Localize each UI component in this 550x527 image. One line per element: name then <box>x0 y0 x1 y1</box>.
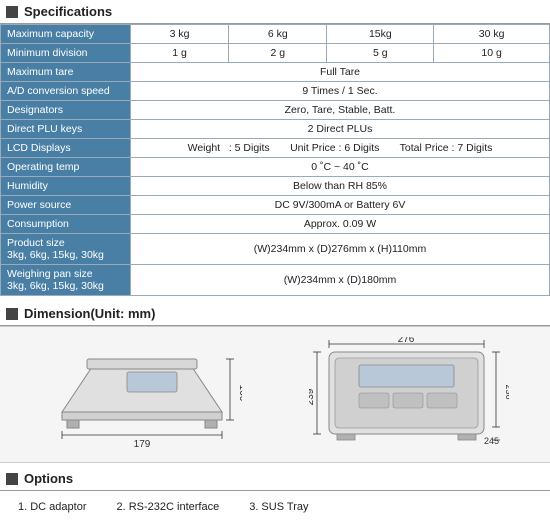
dim-title: Dimension(Unit: mm) <box>24 306 155 321</box>
option-item-3: 3. SUS Tray <box>249 501 308 513</box>
option-item-1: 1. DC adaptor <box>18 501 86 513</box>
left-diagram: 179 100 <box>42 337 242 452</box>
dim-section-header: Dimension(Unit: mm) <box>0 302 550 326</box>
opt-section-header: Options <box>0 467 550 491</box>
row-value: Below than RH 85% <box>131 177 550 196</box>
table-row: Humidity Below than RH 85% <box>1 177 550 196</box>
row-value: 1 g <box>131 44 229 63</box>
svg-text:276: 276 <box>397 337 414 345</box>
options-list: 1. DC adaptor 2. RS-232C interface 3. SU… <box>8 495 542 519</box>
dim-icon <box>6 308 18 320</box>
row-label: Minimum division <box>1 44 131 63</box>
row-value: DC 9V/300mA or Battery 6V <box>131 196 550 215</box>
row-label: LCD Displays <box>1 139 131 158</box>
row-label: Maximum capacity <box>1 25 131 44</box>
row-label: Weighing pan size 3kg, 6kg, 15kg, 30kg <box>1 265 131 296</box>
table-row: LCD Displays Weight : 5 Digits Unit Pric… <box>1 139 550 158</box>
row-value: (W)234mm x (D)276mm x (H)110mm <box>131 234 550 265</box>
row-value: 9 Times / 1 Sec. <box>131 82 550 101</box>
spec-section-header: Specifications <box>0 0 550 24</box>
right-diagram: 276 239 236 245 <box>309 337 509 452</box>
row-label: Product size 3kg, 6kg, 15kg, 30kg <box>1 234 131 265</box>
row-value: Full Tare <box>131 63 550 82</box>
table-row: Operating temp 0 ˚C ~ 40 ˚C <box>1 158 550 177</box>
svg-text:236: 236 <box>504 384 509 399</box>
option-item-2: 2. RS-232C interface <box>116 501 219 513</box>
table-row: Maximum capacity 3 kg 6 kg 15kg 30 kg <box>1 25 550 44</box>
row-label: A/D conversion speed <box>1 82 131 101</box>
row-value: 3 kg <box>131 25 229 44</box>
row-value: 6 kg <box>229 25 327 44</box>
svg-text:179: 179 <box>133 439 150 450</box>
row-label: Operating temp <box>1 158 131 177</box>
row-label: Power source <box>1 196 131 215</box>
table-row: Maximum tare Full Tare <box>1 63 550 82</box>
row-value: 15kg <box>327 25 434 44</box>
svg-text:239: 239 <box>309 388 316 405</box>
row-value: 5 g <box>327 44 434 63</box>
svg-text:245: 245 <box>484 436 499 446</box>
row-value: 0 ˚C ~ 40 ˚C <box>131 158 550 177</box>
row-label: Direct PLU keys <box>1 120 131 139</box>
row-value: (W)234mm x (D)180mm <box>131 265 550 296</box>
table-row: Power source DC 9V/300mA or Battery 6V <box>1 196 550 215</box>
row-label: Maximum tare <box>1 63 131 82</box>
opt-icon <box>6 473 18 485</box>
row-label: Consumption <box>1 215 131 234</box>
dimension-area: 179 100 276 <box>0 326 550 463</box>
table-row: Weighing pan size 3kg, 6kg, 15kg, 30kg (… <box>1 265 550 296</box>
svg-text:100: 100 <box>237 385 242 402</box>
row-value: 30 kg <box>434 25 550 44</box>
table-row: Product size 3kg, 6kg, 15kg, 30kg (W)234… <box>1 234 550 265</box>
spec-icon <box>6 6 18 18</box>
spec-title: Specifications <box>24 4 112 19</box>
row-value: 2 Direct PLUs <box>131 120 550 139</box>
row-label: Humidity <box>1 177 131 196</box>
table-row: Consumption Approx. 0.09 W <box>1 215 550 234</box>
row-value: Approx. 0.09 W <box>131 215 550 234</box>
opt-title: Options <box>24 471 73 486</box>
options-area: 1. DC adaptor 2. RS-232C interface 3. SU… <box>0 491 550 527</box>
row-value: Zero, Tare, Stable, Batt. <box>131 101 550 120</box>
table-row: Direct PLU keys 2 Direct PLUs <box>1 120 550 139</box>
row-value: 10 g <box>434 44 550 63</box>
spec-table: Maximum capacity 3 kg 6 kg 15kg 30 kg Mi… <box>0 24 550 296</box>
table-row: A/D conversion speed 9 Times / 1 Sec. <box>1 82 550 101</box>
table-row: Designators Zero, Tare, Stable, Batt. <box>1 101 550 120</box>
row-value: 2 g <box>229 44 327 63</box>
row-value: Weight : 5 Digits Unit Price : 6 Digits … <box>131 139 550 158</box>
table-row: Minimum division 1 g 2 g 5 g 10 g <box>1 44 550 63</box>
row-label: Designators <box>1 101 131 120</box>
